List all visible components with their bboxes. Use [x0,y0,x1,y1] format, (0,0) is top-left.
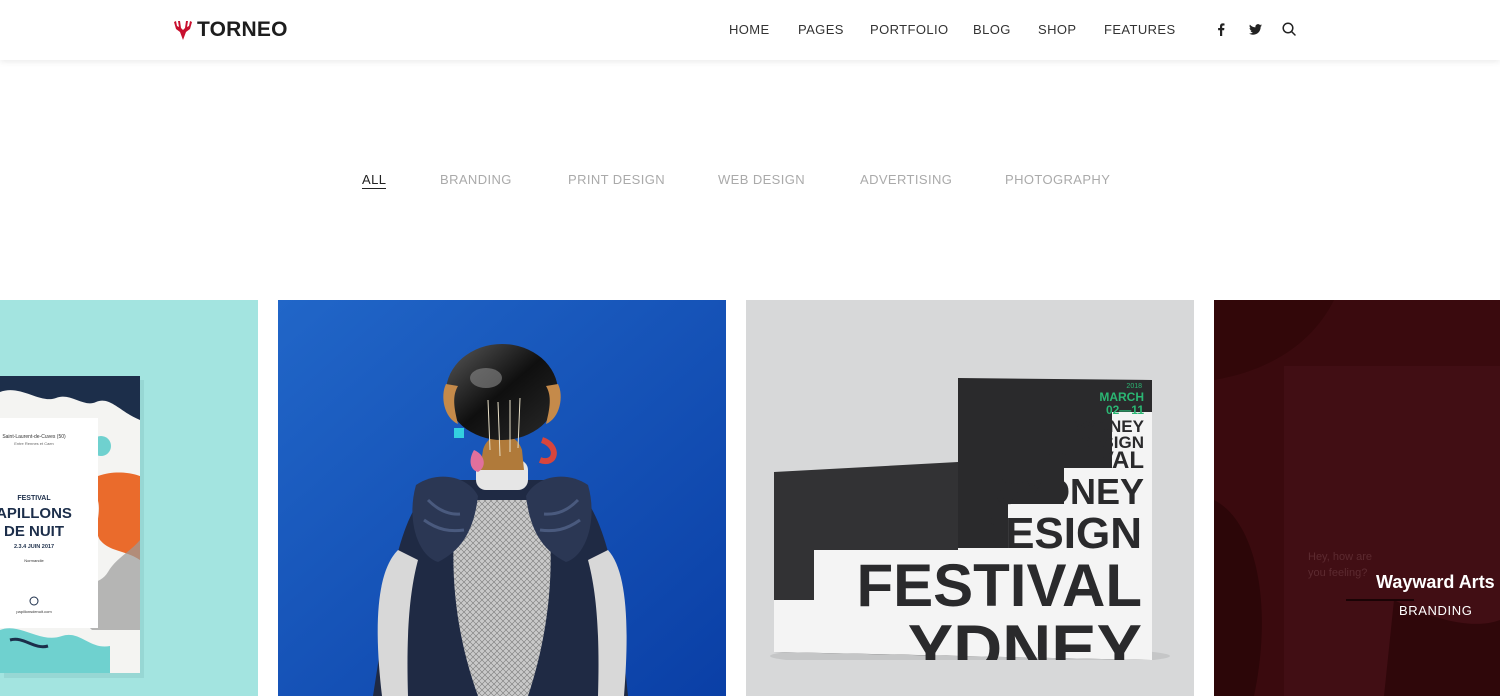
filter-photography[interactable]: PHOTOGRAPHY [1005,172,1110,187]
poster-title-2: DE NUIT [4,523,64,540]
faint-text-2: you feeling? [1308,567,1367,579]
papillons-poster-image: Saint-Laurent-de-Cuves (50) Entre Rennes… [0,300,258,696]
portfolio-card-sydney[interactable]: 2018 MARCH 02—11 SYDNEY DESIGN FESTIVAL … [746,300,1194,696]
card-category[interactable]: BRANDING [1399,603,1472,618]
faint-text-1: Hey, how are [1308,551,1372,563]
filter-print-design[interactable]: PRINT DESIGN [568,172,665,187]
poster-kicker: FESTIVAL [17,495,51,502]
card-title[interactable]: Wayward Arts [1376,572,1495,593]
portfolio-card-papillons[interactable]: Saint-Laurent-de-Cuves (50) Entre Rennes… [0,300,258,696]
twitter-icon[interactable] [1246,20,1264,38]
poster-town: Normandie [24,558,44,563]
filter-branding[interactable]: BRANDING [440,172,512,187]
book-small-line-3: FESTIVAL [1030,447,1144,474]
book-year: 2018 [1126,383,1142,390]
facebook-icon[interactable] [1212,20,1230,38]
portfolio-filters: ALL BRANDING PRINT DESIGN WEB DESIGN ADV… [0,172,1500,192]
wayward-arts-image: Hey, how are you feeling? [1214,300,1500,696]
poster-title-1: APILLONS [0,505,72,522]
sydney-festival-book-image: 2018 MARCH 02—11 SYDNEY DESIGN FESTIVAL … [746,300,1194,696]
filter-web-design[interactable]: WEB DESIGN [718,172,805,187]
poster-location: Saint-Laurent-de-Cuves (50) [2,434,66,440]
book-month: MARCH [1099,390,1144,404]
search-icon[interactable] [1280,20,1298,38]
poster-sublocation: Entre Rennes et Caen [14,441,54,446]
filter-advertising[interactable]: ADVERTISING [860,172,952,187]
nav-blog[interactable]: BLOG [973,22,1011,37]
book-big-line-1: SYDNEY [996,471,1144,512]
nav-features[interactable]: FEATURES [1104,22,1176,37]
portfolio-card-robot[interactable] [278,300,726,696]
book-big-line-2: DESIGN [973,509,1142,558]
logo-wordmark: TORNEO [197,18,288,41]
portfolio-card-wayward-arts[interactable]: Hey, how are you feeling? Wayward Arts B… [1214,300,1500,696]
nav-pages[interactable]: PAGES [798,22,844,37]
filter-all[interactable]: ALL [362,172,387,189]
poster-site: papillonsdenuit.com [16,609,52,614]
book-big-line-3: FESTIVAL [856,552,1142,619]
nav-portfolio[interactable]: PORTFOLIO [870,22,948,37]
poster-dates: 2.3.4 JUIN 2017 [14,544,54,550]
site-logo[interactable]: TORNEO [172,16,288,44]
book-dates: 02—11 [1106,403,1144,417]
robot-figure-image [278,300,726,696]
nav-home[interactable]: HOME [729,22,770,37]
site-header: TORNEO HOME PAGES PORTFOLIO BLOG SHOP FE… [0,0,1500,60]
deer-antler-icon [174,21,192,40]
nav-shop[interactable]: SHOP [1038,22,1076,37]
